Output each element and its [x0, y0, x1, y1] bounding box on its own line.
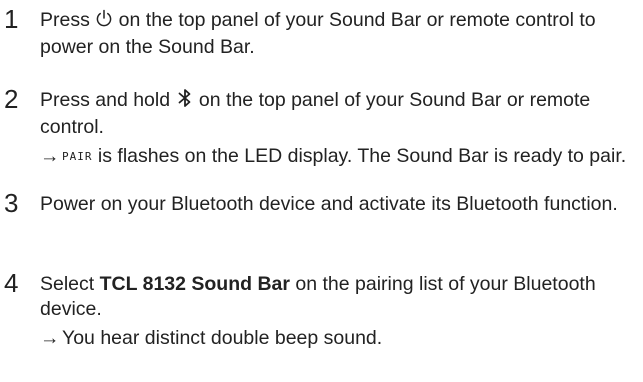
- step-number: 4: [4, 268, 19, 298]
- step-text: Select TCL 8132 Sound Bar on the pairing…: [40, 272, 640, 351]
- arrow-icon: →: [40, 145, 60, 167]
- device-name: TCL 8132 Sound Bar: [99, 273, 290, 295]
- arrow-icon: →: [40, 327, 60, 349]
- led-display-text: PAIR: [62, 150, 93, 163]
- step-number: 2: [4, 84, 19, 114]
- bluetooth-icon: [176, 88, 194, 115]
- step-number: 1: [4, 4, 19, 34]
- step-number: 3: [4, 188, 19, 218]
- step-text: Press and hold on the top panel of your …: [40, 88, 640, 169]
- step-text: Press on the top panel of your Sound Bar…: [40, 9, 596, 58]
- power-icon: [95, 9, 113, 35]
- step-result: → You hear distinct double beep sound.: [40, 327, 383, 349]
- step-text: Power on your Bluetooth device and activ…: [40, 193, 618, 215]
- step-result: → PAIR is flashes on the LED display. Th…: [40, 145, 627, 167]
